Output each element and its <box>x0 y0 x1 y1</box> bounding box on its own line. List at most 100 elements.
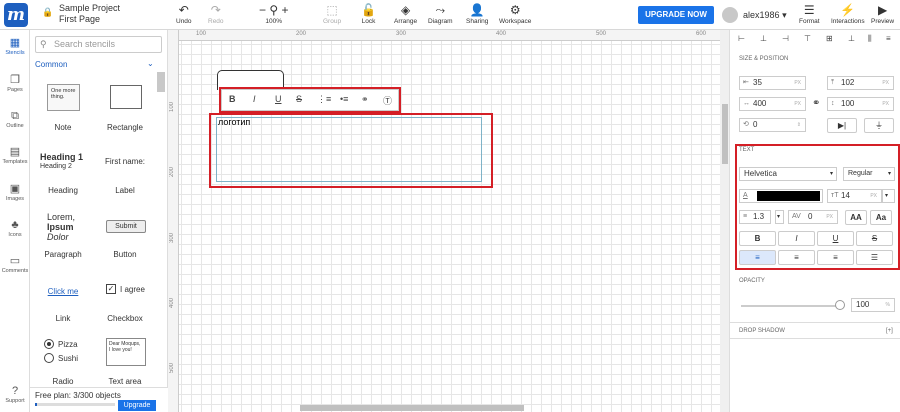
link-dimensions-icon[interactable]: ⚭ <box>812 98 820 109</box>
padlock-icon: 🔓 <box>361 3 376 17</box>
diagram-button[interactable]: ⤳ Diagram <box>428 3 453 25</box>
format-icon: ☰ <box>803 3 815 17</box>
stencil-label[interactable]: First name: Label <box>94 140 156 202</box>
zoom-control[interactable]: − ⚲ +100% <box>259 3 288 25</box>
align-right-icon[interactable]: ⊣ <box>782 34 789 43</box>
rail-item-support[interactable]: ? Support <box>0 385 30 404</box>
height-icon: ↕ <box>831 100 835 107</box>
stencil-rectangle[interactable]: Rectangle <box>94 74 156 136</box>
panel-scrollbar[interactable] <box>157 72 165 92</box>
opacity-slider-handle[interactable] <box>835 300 845 310</box>
stencil-note[interactable]: One more thing. Note <box>32 74 94 136</box>
section-size-position: SIZE & POSITION <box>739 56 789 62</box>
zoom-icon: − ⚲ + <box>259 3 289 17</box>
outline-icon: ⧉ <box>11 110 19 122</box>
upgrade-now-button[interactable]: UPGRADE NOW <box>638 6 714 24</box>
group-button[interactable]: ⬚ Group <box>323 3 341 25</box>
rotation-field[interactable]: ⟲ 0 ⇕ <box>739 118 806 132</box>
app-logo[interactable]: m <box>4 3 28 27</box>
sharing-button[interactable]: 👤 Sharing <box>466 3 488 25</box>
highlight-text-section <box>735 144 900 270</box>
stencil-button[interactable]: Submit Button <box>94 206 156 268</box>
flip-horizontal-button[interactable]: ▶| <box>827 118 857 133</box>
flip-vertical-button[interactable]: ⏚ <box>864 118 894 133</box>
arrange-button[interactable]: ◈ Arrange <box>394 3 417 25</box>
undo-icon: ↶ <box>178 3 189 17</box>
rail-item-stencils[interactable]: ▦ Stencils <box>0 37 30 56</box>
align-middle-icon[interactable]: ⊞ <box>826 34 833 43</box>
project-title[interactable]: Sample Project <box>59 3 120 14</box>
align-top-icon[interactable]: ⊤ <box>804 34 811 43</box>
section-drop-shadow[interactable]: DROP SHADOW <box>739 328 785 334</box>
workspace-button[interactable]: ⚙ Workspace <box>499 3 531 25</box>
layers-icon: ◈ <box>400 3 411 17</box>
gear-icon: ⚙ <box>509 3 521 17</box>
divider <box>730 338 900 339</box>
horizontal-scroll-thumb[interactable] <box>300 405 524 411</box>
opacity-slider[interactable] <box>741 305 841 307</box>
section-header-common[interactable]: Common <box>35 60 67 69</box>
support-icon: ? <box>11 385 19 397</box>
rail-item-icons[interactable]: ♣ Icons <box>0 219 30 238</box>
rail-item-comments[interactable]: ▭ Comments <box>0 255 30 274</box>
stencil-checkbox[interactable]: ✓ I agree Checkbox <box>94 270 156 332</box>
stencils-icon: ▦ <box>9 37 21 49</box>
templates-icon: ▤ <box>9 146 21 158</box>
avatar[interactable] <box>722 7 738 23</box>
chevron-down-icon: ▾ <box>782 10 787 20</box>
rail-item-images[interactable]: ▣ Images <box>0 183 30 202</box>
stencil-heading[interactable]: Heading 1 Heading 2 Heading <box>32 140 94 202</box>
height-field[interactable]: ↕ 100 PX <box>827 97 894 111</box>
undo-button[interactable]: ↶ Undo <box>176 3 192 25</box>
stencil-radio[interactable]: Pizza Sushi Radio <box>32 332 94 388</box>
rail-item-outline[interactable]: ⧉ Outline <box>0 110 30 129</box>
radio-empty-icon <box>44 353 54 363</box>
upgrade-button[interactable]: Upgrade <box>118 400 156 411</box>
rail-item-pages[interactable]: ❐ Pages <box>0 74 30 93</box>
note-preview: One more thing. <box>47 84 80 111</box>
play-icon: ▶ <box>877 3 888 17</box>
plan-usage-bar <box>35 403 115 406</box>
checkbox-checked-icon: ✓ <box>106 284 116 294</box>
distribute-h-icon[interactable]: ⫼ <box>868 34 872 44</box>
width-field[interactable]: ↔ 400 PX <box>739 97 806 111</box>
y-icon: ⤒ <box>831 79 835 86</box>
align-left-icon[interactable]: ⊢ <box>738 34 745 43</box>
stencil-paragraph[interactable]: Lorem, Ipsum Dolor Paragraph <box>32 206 94 268</box>
search-stencils-input[interactable]: ⚲ Search stencils <box>35 36 162 53</box>
stepper-icon[interactable]: ⇕ <box>797 119 801 131</box>
page-title[interactable]: First Page <box>59 14 100 25</box>
opacity-field[interactable]: 100% <box>851 298 895 312</box>
rail-item-templates[interactable]: ▤ Templates <box>0 146 30 165</box>
highlight-text-box <box>209 113 493 188</box>
interactions-button[interactable]: ⚡ Interactions <box>831 3 865 25</box>
lock-button[interactable]: 🔓 Lock <box>361 3 376 25</box>
top-toolbar: m 🔒 Sample Project First Page ↶ Undo ↷ Red… <box>0 0 900 30</box>
zoom-level: 100% <box>265 18 283 25</box>
x-field[interactable]: ⇤ 35 PX <box>739 76 806 90</box>
format-button[interactable]: ☰ Format <box>799 3 820 25</box>
free-plan-text: Free plan: 3/300 objects <box>35 391 121 400</box>
diagram-icon: ⤳ <box>435 3 446 17</box>
add-shadow-button[interactable]: [+] <box>886 328 893 334</box>
vertical-scrollbar[interactable] <box>720 30 729 412</box>
y-field[interactable]: ⤒ 102 PX <box>827 76 894 90</box>
redo-button[interactable]: ↷ Redo <box>208 3 224 25</box>
align-bottom-icon[interactable]: ⊥ <box>848 34 855 43</box>
user-menu[interactable]: alex1986 ▾ <box>743 10 787 21</box>
search-icon: ⚲ <box>40 39 47 49</box>
rectangle-preview <box>110 85 142 109</box>
lock-icon: 🔒 <box>42 7 54 17</box>
vertical-scroll-thumb[interactable] <box>722 104 728 164</box>
distribute-v-icon[interactable]: ≡ <box>886 34 891 43</box>
properties-panel: ⊢ ⊥ ⊣ ⊤ ⊞ ⊥ ⫼ ≡ SIZE & POSITION ⇤ 35 PX ⤒ 1… <box>729 30 900 412</box>
images-icon: ▣ <box>9 183 21 195</box>
lightning-icon: ⚡ <box>840 3 856 17</box>
align-center-icon[interactable]: ⊥ <box>760 34 767 43</box>
stencil-text-area[interactable]: Dear Moqups, I love you! Text area <box>94 332 156 388</box>
chevron-down-icon[interactable]: ⌄ <box>147 59 154 68</box>
user-icon: 👤 <box>469 3 485 17</box>
icons-icon: ♣ <box>11 219 19 231</box>
stencil-link[interactable]: Click me Link <box>32 270 94 332</box>
preview-button[interactable]: ▶ Preview <box>871 3 894 25</box>
